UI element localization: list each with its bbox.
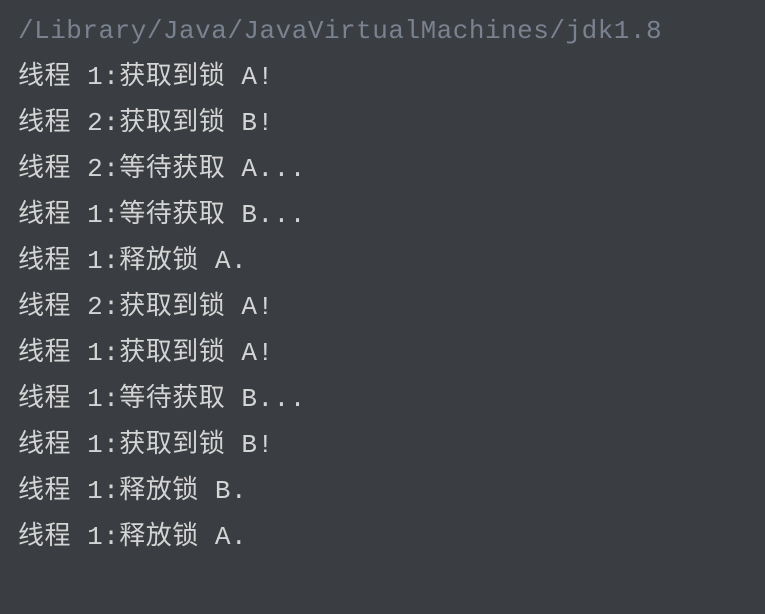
console-log-line: 线程 1:等待获取 B...: [18, 192, 747, 238]
console-log-line: 线程 1:获取到锁 A!: [18, 54, 747, 100]
console-log-line: 线程 1:获取到锁 B!: [18, 422, 747, 468]
console-log-line: 线程 1:获取到锁 A!: [18, 330, 747, 376]
console-log-line: 线程 1:释放锁 B.: [18, 468, 747, 514]
console-log-line: 线程 2:等待获取 A...: [18, 146, 747, 192]
console-header-path: /Library/Java/JavaVirtualMachines/jdk1.8: [18, 8, 747, 54]
console-log-line: 线程 1:释放锁 A.: [18, 238, 747, 284]
console-log-line: 线程 1:释放锁 A.: [18, 514, 747, 560]
console-log-line: 线程 2:获取到锁 A!: [18, 284, 747, 330]
console-log-line: 线程 1:等待获取 B...: [18, 376, 747, 422]
console-output: /Library/Java/JavaVirtualMachines/jdk1.8…: [0, 0, 765, 574]
console-log-line: 线程 2:获取到锁 B!: [18, 100, 747, 146]
